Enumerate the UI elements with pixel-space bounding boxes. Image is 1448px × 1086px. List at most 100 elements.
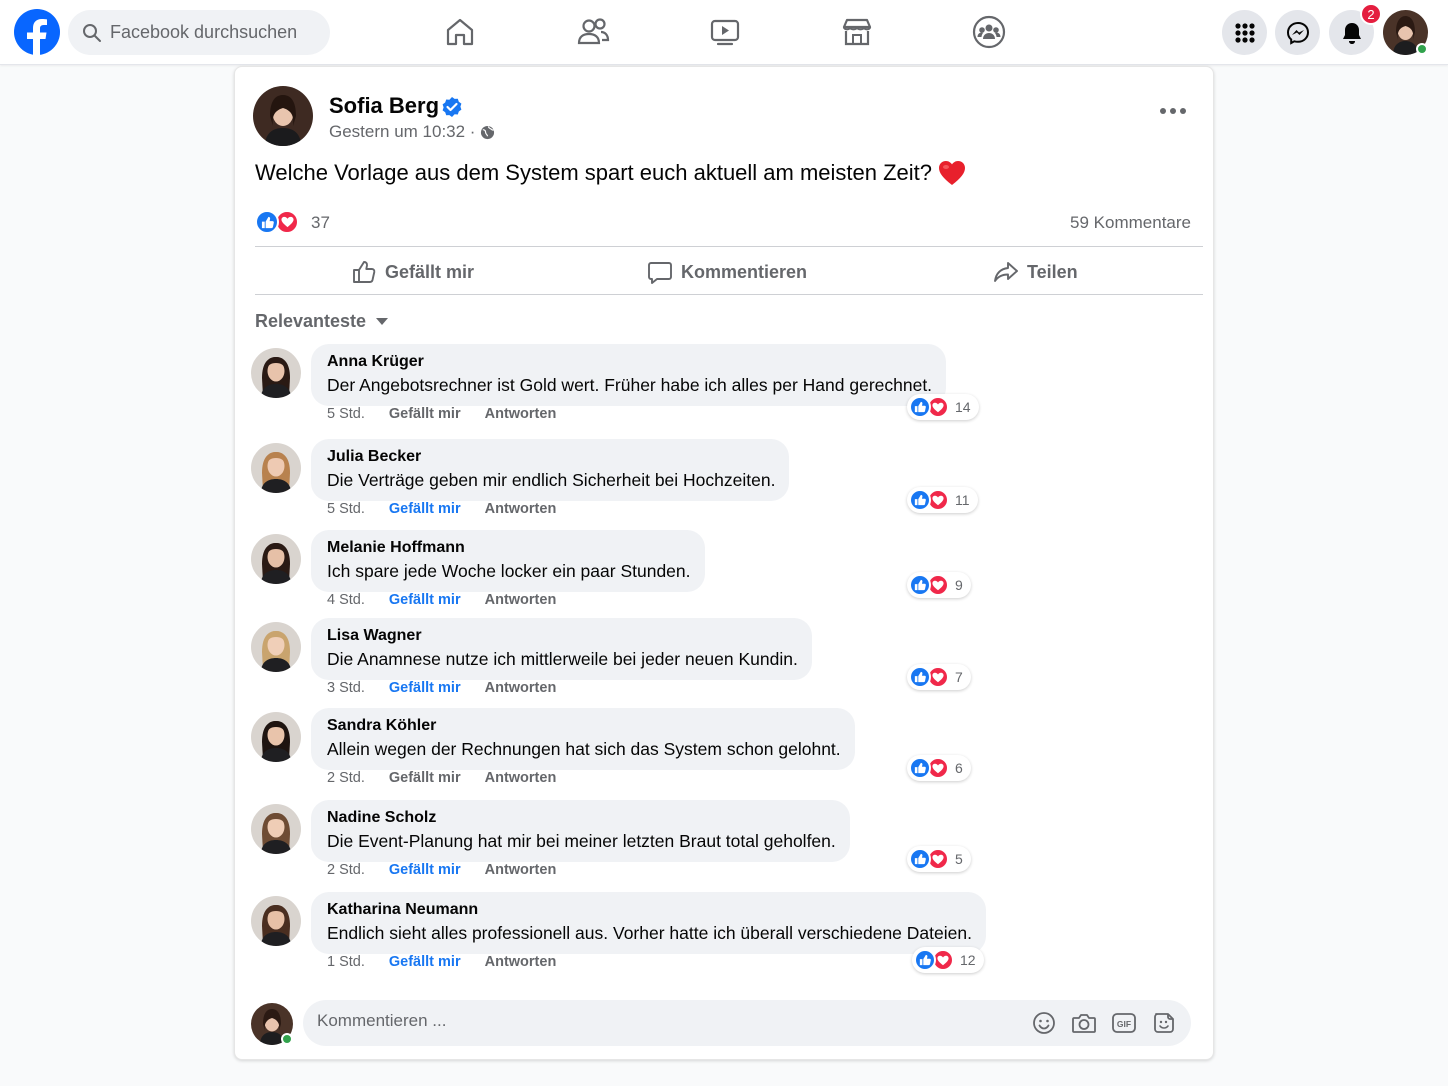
post-text: Welche Vorlage aus dem System spart euch…: [255, 160, 966, 186]
share-icon: [993, 259, 1019, 285]
comment-reactions[interactable]: 12: [912, 947, 984, 973]
commenter-name[interactable]: Melanie Hoffmann: [327, 538, 691, 558]
comment-bubble: Anna Krüger Der Angebotsrechner ist Gold …: [311, 344, 947, 406]
menu-grid-icon[interactable]: [1222, 10, 1267, 55]
friends-icon[interactable]: [573, 12, 613, 52]
comment-reply-button[interactable]: Antworten: [485, 501, 557, 517]
comment-count[interactable]: 59 Kommentare: [1070, 213, 1191, 233]
comment-time[interactable]: 2 Std.: [327, 770, 365, 786]
comment-reply-button[interactable]: Antworten: [485, 954, 557, 970]
comment-reaction-count: 9: [955, 577, 963, 593]
commenter-name[interactable]: Anna Krüger: [327, 352, 932, 372]
like-reaction-icon: [909, 574, 931, 596]
commenter-avatar[interactable]: [251, 348, 301, 398]
commenter-name[interactable]: Lisa Wagner: [327, 626, 798, 646]
commenter-name[interactable]: Julia Becker: [327, 447, 775, 467]
like-button[interactable]: Gefällt mir: [351, 250, 474, 294]
comment-time[interactable]: 3 Std.: [327, 680, 365, 696]
comment-like-button[interactable]: Gefällt mir: [389, 501, 461, 517]
commenter-avatar[interactable]: [251, 443, 301, 493]
comment-like-button[interactable]: Gefällt mir: [389, 954, 461, 970]
author-name[interactable]: Sofia Berg: [329, 93, 439, 119]
comment-like-button[interactable]: Gefällt mir: [389, 680, 461, 696]
groups-icon[interactable]: [969, 12, 1009, 52]
search-bar[interactable]: [68, 10, 330, 55]
comment-time[interactable]: 4 Std.: [327, 592, 365, 608]
post-timestamp[interactable]: Gestern um 10:32 ·: [329, 122, 475, 142]
comment-reaction-count: 11: [955, 492, 970, 508]
comment-reaction-count: 7: [955, 669, 963, 685]
comment-reply-button[interactable]: Antworten: [485, 592, 557, 608]
comment-reactions[interactable]: 9: [907, 572, 971, 598]
bell-icon: [1341, 21, 1363, 45]
svg-text:GIF: GIF: [1117, 1019, 1131, 1029]
comment-reactions[interactable]: 5: [907, 846, 971, 872]
commenter-avatar[interactable]: [251, 622, 301, 672]
comment-text: Die Event-Planung hat mir bei meiner let…: [327, 831, 836, 851]
more-options-icon[interactable]: [1153, 99, 1193, 123]
comment-like-button[interactable]: Gefällt mir: [389, 406, 461, 422]
notifications-button[interactable]: 2: [1329, 3, 1382, 55]
video-icon[interactable]: [705, 12, 745, 52]
divider: [255, 246, 1203, 247]
comment-text: Die Verträge geben mir endlich Sicherhei…: [327, 470, 776, 490]
commenter-name[interactable]: Nadine Scholz: [327, 808, 836, 828]
home-icon[interactable]: [440, 12, 480, 52]
commenter-avatar[interactable]: [251, 534, 301, 584]
comment-time[interactable]: 2 Std.: [327, 862, 365, 878]
post-text-content: Welche Vorlage aus dem System spart euch…: [255, 160, 933, 185]
profile-avatar[interactable]: [1383, 10, 1428, 55]
comment-bubble: Melanie Hoffmann Ich spare jede Woche loc…: [311, 530, 705, 592]
comment-like-button[interactable]: Gefällt mir: [389, 592, 461, 608]
sticker-icon[interactable]: [1151, 1010, 1177, 1036]
comment-input[interactable]: [317, 1011, 917, 1031]
comment-like-button[interactable]: Gefällt mir: [389, 770, 461, 786]
facebook-logo-icon[interactable]: [14, 9, 60, 55]
camera-icon[interactable]: [1071, 1010, 1097, 1036]
comment-reactions[interactable]: 11: [907, 487, 978, 513]
comment-icon: [647, 259, 673, 285]
comment-reaction-count: 12: [960, 952, 976, 968]
like-reaction-icon: [909, 848, 931, 870]
comment-composer[interactable]: GIF: [303, 1000, 1191, 1046]
comment-meta: 5 Std. Gefällt mir Antworten: [327, 406, 556, 422]
share-button[interactable]: Teilen: [993, 250, 1078, 294]
heart-emoji-icon: [938, 160, 966, 186]
commenter-name[interactable]: Katharina Neumann: [327, 900, 972, 920]
comment-button[interactable]: Kommentieren: [647, 250, 807, 294]
comment-bubble: Nadine Scholz Die Event-Planung hat mir b…: [311, 800, 850, 862]
reaction-count[interactable]: 37: [311, 213, 330, 233]
comment-reactions[interactable]: 6: [907, 755, 971, 781]
comment-reaction-count: 6: [955, 760, 963, 776]
share-button-label: Teilen: [1027, 261, 1078, 282]
commenter-name[interactable]: Sandra Köhler: [327, 716, 841, 736]
gif-icon[interactable]: GIF: [1111, 1010, 1137, 1036]
search-icon: [82, 23, 102, 43]
comment-time[interactable]: 5 Std.: [327, 501, 365, 517]
comment-reactions[interactable]: 14: [907, 394, 979, 420]
comment-bubble: Katharina Neumann Endlich sieht alles pro…: [311, 892, 986, 954]
comment-like-button[interactable]: Gefällt mir: [389, 862, 461, 878]
marketplace-icon[interactable]: [837, 12, 877, 52]
comment-sort-dropdown[interactable]: Relevanteste: [255, 311, 389, 332]
commenter-avatar[interactable]: [251, 896, 301, 946]
messenger-icon[interactable]: [1275, 10, 1320, 55]
comment-reactions[interactable]: 7: [907, 664, 971, 690]
sort-label: Relevanteste: [255, 311, 367, 331]
comment-item: Anna Krüger Der Angebotsrechner ist Gold …: [251, 344, 1151, 430]
author-avatar[interactable]: [253, 86, 313, 146]
comment-time[interactable]: 5 Std.: [327, 406, 365, 422]
comment-reply-button[interactable]: Antworten: [485, 862, 557, 878]
reaction-icons[interactable]: [255, 210, 299, 234]
search-input[interactable]: [110, 22, 330, 43]
comment-reply-button[interactable]: Antworten: [485, 770, 557, 786]
comment-reply-button[interactable]: Antworten: [485, 680, 557, 696]
like-reaction-icon: [914, 949, 936, 971]
emoji-icon[interactable]: [1031, 1010, 1057, 1036]
comment-bubble: Julia Becker Die Verträge geben mir endli…: [311, 439, 790, 501]
comment-reply-button[interactable]: Antworten: [485, 406, 557, 422]
composer-avatar[interactable]: [251, 1003, 293, 1045]
commenter-avatar[interactable]: [251, 712, 301, 762]
commenter-avatar[interactable]: [251, 804, 301, 854]
comment-time[interactable]: 1 Std.: [327, 954, 365, 970]
